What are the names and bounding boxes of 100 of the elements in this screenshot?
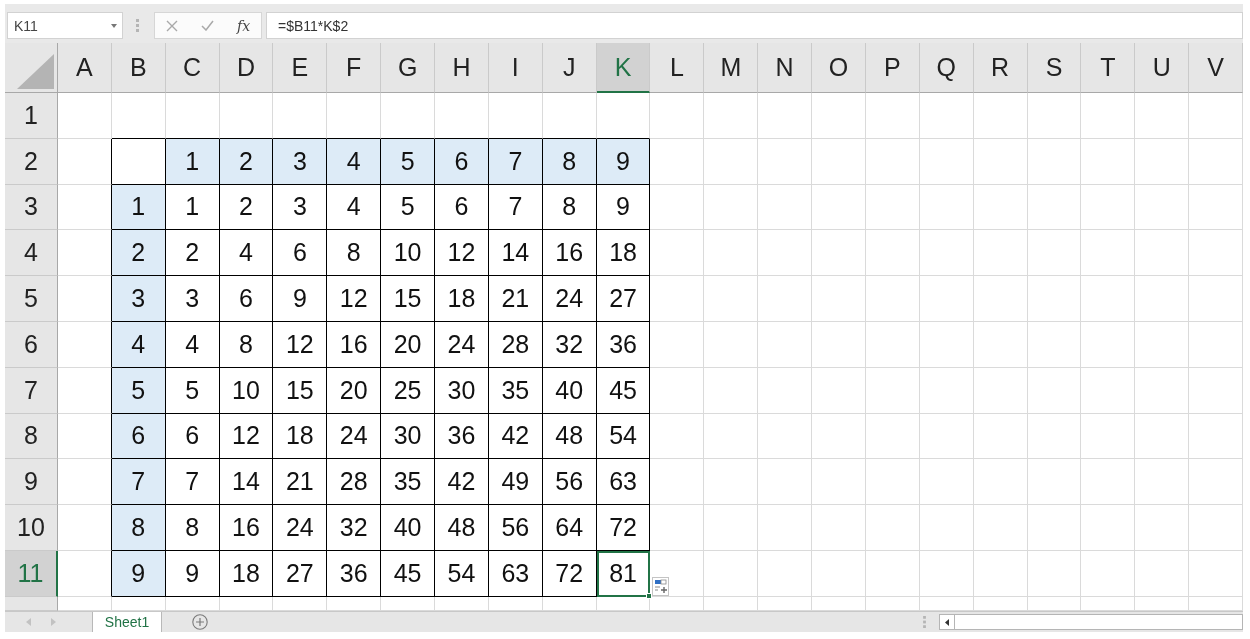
table-cell[interactable]: 15 — [273, 367, 328, 414]
table-cell[interactable]: 30 — [435, 367, 489, 414]
table-cell[interactable]: 18 — [273, 413, 328, 460]
header-cell[interactable]: 8 — [542, 138, 597, 185]
row-header[interactable]: 3 — [5, 184, 58, 231]
column-header[interactable]: P — [865, 43, 920, 93]
table-cell[interactable]: 27 — [596, 276, 651, 322]
table-cell[interactable]: 42 — [435, 459, 489, 506]
table-cell[interactable]: 6 — [273, 230, 328, 277]
function-button[interactable]: fx — [237, 18, 251, 33]
header-cell[interactable]: 7 — [111, 459, 166, 506]
table-cell[interactable]: 8 — [327, 230, 382, 277]
column-header[interactable]: L — [650, 43, 705, 93]
column-header[interactable]: G — [381, 43, 436, 93]
column-header[interactable]: N — [758, 43, 813, 93]
table-cell[interactable]: 72 — [596, 505, 651, 551]
table-cell[interactable]: 5 — [381, 184, 436, 231]
table-cell[interactable]: 28 — [327, 459, 382, 506]
header-cell[interactable]: 9 — [596, 138, 651, 185]
table-cell[interactable]: 12 — [435, 230, 489, 277]
table-cell[interactable]: 10 — [381, 230, 436, 277]
column-header[interactable]: Q — [919, 43, 974, 93]
column-header[interactable]: V — [1189, 43, 1243, 93]
triangle-icon[interactable] — [17, 54, 54, 89]
table-cell[interactable]: 16 — [542, 230, 597, 277]
column-header[interactable]: D — [219, 43, 274, 93]
cancel-icon[interactable] — [166, 19, 178, 32]
header-cell[interactable]: 4 — [327, 138, 382, 185]
column-header[interactable]: J — [542, 43, 597, 93]
header-cell[interactable]: 5 — [381, 138, 436, 185]
table-cell[interactable]: 25 — [381, 367, 436, 414]
table-cell[interactable]: 24 — [542, 276, 597, 322]
plus-circle-icon[interactable] — [192, 614, 208, 630]
header-cell[interactable]: 4 — [111, 322, 166, 368]
table-cell[interactable]: 56 — [542, 459, 597, 506]
table-cell[interactable]: 2 — [219, 184, 274, 231]
table-cell[interactable]: 36 — [435, 413, 489, 460]
table-cell[interactable]: 5 — [165, 367, 220, 414]
table-cell[interactable]: 6 — [219, 276, 274, 322]
formula-field[interactable]: =$B11*K$2 — [266, 12, 1243, 39]
table-cell[interactable]: 14 — [488, 230, 543, 277]
header-cell[interactable]: 1 — [165, 138, 220, 185]
fill-handle[interactable] — [646, 592, 653, 599]
column-header[interactable]: I — [488, 43, 543, 93]
table-cell[interactable]: 24 — [327, 413, 382, 460]
table-cell[interactable]: 8 — [219, 322, 274, 368]
table-cell[interactable]: 3 — [165, 276, 220, 322]
table-cell[interactable]: 42 — [488, 413, 543, 460]
table-cell[interactable]: 72 — [542, 550, 597, 597]
row-header[interactable]: 4 — [5, 230, 58, 277]
table-cell[interactable]: 21 — [273, 459, 328, 506]
name-box-field[interactable]: K11 — [7, 12, 123, 39]
header-cell[interactable]: 5 — [111, 367, 166, 414]
table-cell[interactable]: 36 — [596, 322, 651, 368]
column-header[interactable]: F — [327, 43, 382, 93]
column-header[interactable]: U — [1135, 43, 1190, 93]
table-cell[interactable]: 48 — [542, 413, 597, 460]
table-cell[interactable]: 35 — [488, 367, 543, 414]
drag-handle-icon[interactable] — [923, 616, 926, 628]
table-cell[interactable]: 6 — [165, 413, 220, 460]
table-cell[interactable]: 14 — [219, 459, 274, 506]
table-cell[interactable]: 45 — [596, 367, 651, 414]
table-cell[interactable]: 27 — [273, 550, 328, 597]
table-cell[interactable]: 2 — [165, 230, 220, 277]
table-cell[interactable]: 12 — [273, 322, 328, 368]
table-cell[interactable]: 6 — [435, 184, 489, 231]
column-header[interactable]: K — [596, 43, 651, 93]
row-header[interactable]: 7 — [5, 367, 58, 414]
column-header[interactable]: A — [58, 43, 112, 93]
header-cell[interactable]: 8 — [111, 505, 166, 551]
column-header[interactable]: S — [1027, 43, 1082, 93]
table-cell[interactable]: 40 — [381, 505, 436, 551]
header-cell[interactable]: 7 — [488, 138, 543, 185]
table-cell[interactable]: 7 — [165, 459, 220, 506]
table-cell[interactable]: 28 — [488, 322, 543, 368]
table-cell[interactable]: 54 — [596, 413, 651, 460]
row-header[interactable]: 5 — [5, 276, 58, 322]
column-header[interactable]: H — [435, 43, 489, 93]
header-cell[interactable]: 2 — [111, 230, 166, 277]
left-arrow-icon[interactable] — [945, 618, 949, 626]
table-cell[interactable]: 20 — [381, 322, 436, 368]
table-cell[interactable]: 16 — [327, 322, 382, 368]
column-header[interactable]: R — [973, 43, 1028, 93]
table-cell[interactable]: 18 — [435, 276, 489, 322]
table-cell[interactable]: 3 — [273, 184, 328, 231]
column-header[interactable]: E — [273, 43, 328, 93]
table-cell[interactable]: 18 — [219, 550, 274, 597]
caret-icon[interactable] — [111, 23, 117, 28]
table-cell[interactable]: 24 — [435, 322, 489, 368]
table-cell[interactable]: 18 — [596, 230, 651, 277]
table-cell[interactable]: 32 — [327, 505, 382, 551]
column-header[interactable]: C — [165, 43, 220, 93]
table-cell[interactable]: 48 — [435, 505, 489, 551]
header-cell[interactable]: 3 — [273, 138, 328, 185]
header-cell[interactable]: 6 — [111, 413, 166, 460]
table-cell[interactable]: 21 — [488, 276, 543, 322]
grid-plus-icon[interactable] — [652, 576, 670, 596]
drag-handle-icon[interactable] — [136, 19, 139, 32]
check-icon[interactable] — [201, 20, 214, 31]
table-cell[interactable]: 7 — [488, 184, 543, 231]
